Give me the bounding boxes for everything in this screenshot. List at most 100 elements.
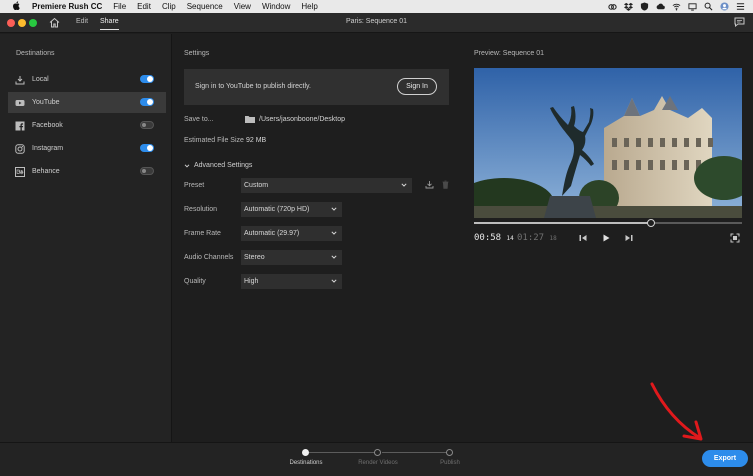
menu-help[interactable]: Help <box>301 2 317 11</box>
destinations-sidebar: Destinations Local YouTube Facebook Inst… <box>0 34 172 442</box>
resolution-label: Resolution <box>184 206 218 213</box>
preset-label: Preset <box>184 182 205 189</box>
chevron-down-icon <box>401 183 407 187</box>
chevron-down-icon <box>331 207 337 211</box>
apple-menu-icon[interactable] <box>13 1 23 12</box>
menubar-status-icons <box>608 0 745 13</box>
save-to-path[interactable]: /Users/jasonboone/Desktop <box>259 116 345 123</box>
display-icon[interactable] <box>688 2 697 11</box>
step-dot-render <box>374 449 381 456</box>
macos-menubar: Premiere Rush CC File Edit Clip Sequence… <box>0 0 753 13</box>
current-timecode: 00:58 14 <box>474 233 514 243</box>
download-icon <box>15 75 25 84</box>
step-forward-icon[interactable] <box>624 233 634 243</box>
preview-title: Preview: Sequence 01 <box>474 50 545 57</box>
save-preset-icon[interactable] <box>425 180 434 189</box>
instagram-toggle[interactable] <box>140 144 154 152</box>
destination-label: Instagram <box>32 145 64 152</box>
advanced-settings-label: Advanced Settings <box>194 162 253 169</box>
step-connector <box>382 452 448 453</box>
chevron-down-icon <box>331 231 337 235</box>
dropbox-icon[interactable] <box>624 2 633 11</box>
menu-file[interactable]: File <box>113 2 126 11</box>
frame-rate-dropdown[interactable]: Automatic (29.97) <box>241 226 342 241</box>
destinations-title: Destinations <box>16 50 55 57</box>
wifi-icon[interactable] <box>672 2 681 11</box>
menu-view[interactable]: View <box>234 2 251 11</box>
step-dot-publish <box>446 449 453 456</box>
destination-label: Local <box>32 76 49 83</box>
destination-label: Behance <box>32 168 60 175</box>
duration-frames: 18 <box>549 235 557 242</box>
duration-timecode: 01:27 18 <box>517 233 557 243</box>
resolution-dropdown[interactable]: Automatic (720p HD) <box>241 202 342 217</box>
menu-edit[interactable]: Edit <box>137 2 151 11</box>
instagram-icon <box>15 143 25 154</box>
shield-icon[interactable] <box>640 2 649 11</box>
menu-app-name[interactable]: Premiere Rush CC <box>32 2 102 11</box>
cloud-icon[interactable] <box>656 2 665 11</box>
facebook-toggle[interactable] <box>140 121 154 129</box>
current-frames: 14 <box>506 235 514 242</box>
folder-icon[interactable] <box>245 115 255 123</box>
user-avatar-icon[interactable] <box>720 2 729 11</box>
chevron-down-icon <box>184 163 190 168</box>
behance-icon <box>15 166 25 177</box>
settings-title: Settings <box>184 50 210 57</box>
current-time: 00:58 <box>474 233 502 243</box>
feedback-chat-icon[interactable] <box>734 17 745 27</box>
youtube-toggle[interactable] <box>140 98 154 106</box>
signin-message: Sign in to YouTube to publish directly. <box>195 83 311 90</box>
facebook-icon <box>15 121 25 131</box>
play-icon[interactable] <box>601 233 611 243</box>
preset-dropdown[interactable]: Custom <box>241 178 412 193</box>
local-toggle[interactable] <box>140 75 154 83</box>
step-label-destinations: Destinations <box>289 460 323 466</box>
audio-channels-label: Audio Channels <box>184 254 234 261</box>
window-title: Paris: Sequence 01 <box>345 18 408 25</box>
fullscreen-icon[interactable] <box>730 233 740 243</box>
step-dot-destinations <box>302 449 309 456</box>
quality-value: High <box>244 278 259 285</box>
scrubber-handle[interactable] <box>646 219 655 227</box>
save-to-label: Save to... <box>184 116 214 123</box>
destination-local[interactable]: Local <box>8 69 166 90</box>
video-preview-frame[interactable] <box>474 68 742 218</box>
destination-instagram[interactable]: Instagram <box>8 138 166 159</box>
destination-label: YouTube <box>32 99 60 106</box>
menu-clip[interactable]: Clip <box>162 2 176 11</box>
search-icon[interactable] <box>704 2 713 11</box>
resolution-value: Automatic (720p HD) <box>244 206 310 213</box>
quality-label: Quality <box>184 278 206 285</box>
settings-panel: Settings Sign in to YouTube to publish d… <box>173 34 461 442</box>
trash-icon[interactable] <box>441 180 450 189</box>
frame-rate-label: Frame Rate <box>184 230 221 237</box>
export-button[interactable]: Export <box>702 450 748 467</box>
creative-cloud-icon[interactable] <box>608 2 617 11</box>
preview-panel: Preview: Sequence 01 00:58 14 01:27 18 <box>462 34 753 442</box>
step-label-render: Render Videos <box>358 460 398 466</box>
quality-dropdown[interactable]: High <box>241 274 342 289</box>
scrubber-progress <box>474 222 651 224</box>
frame-rate-value: Automatic (29.97) <box>244 230 300 237</box>
menu-window[interactable]: Window <box>262 2 290 11</box>
behance-toggle[interactable] <box>140 167 154 175</box>
export-steps-bar: Destinations Render Videos Publish Expor… <box>0 442 753 476</box>
file-size-label: Estimated File Size <box>184 137 244 144</box>
step-back-icon[interactable] <box>578 233 588 243</box>
destination-youtube[interactable]: YouTube <box>8 92 166 113</box>
audio-channels-value: Stereo <box>244 254 265 261</box>
sign-in-button[interactable]: Sign In <box>397 78 437 95</box>
advanced-settings-toggle[interactable]: Advanced Settings <box>184 162 252 169</box>
youtube-icon <box>15 99 25 106</box>
step-label-publish: Publish <box>440 460 460 466</box>
chevron-down-icon <box>331 279 337 283</box>
app-title-bar: Edit Share Paris: Sequence 01 <box>0 13 753 33</box>
destination-behance[interactable]: Behance <box>8 161 166 182</box>
menu-sequence[interactable]: Sequence <box>187 2 223 11</box>
preset-value: Custom <box>244 182 269 189</box>
destination-facebook[interactable]: Facebook <box>8 115 166 136</box>
audio-channels-dropdown[interactable]: Stereo <box>241 250 342 265</box>
notification-center-icon[interactable] <box>736 2 745 11</box>
playback-scrubber[interactable] <box>474 219 742 227</box>
